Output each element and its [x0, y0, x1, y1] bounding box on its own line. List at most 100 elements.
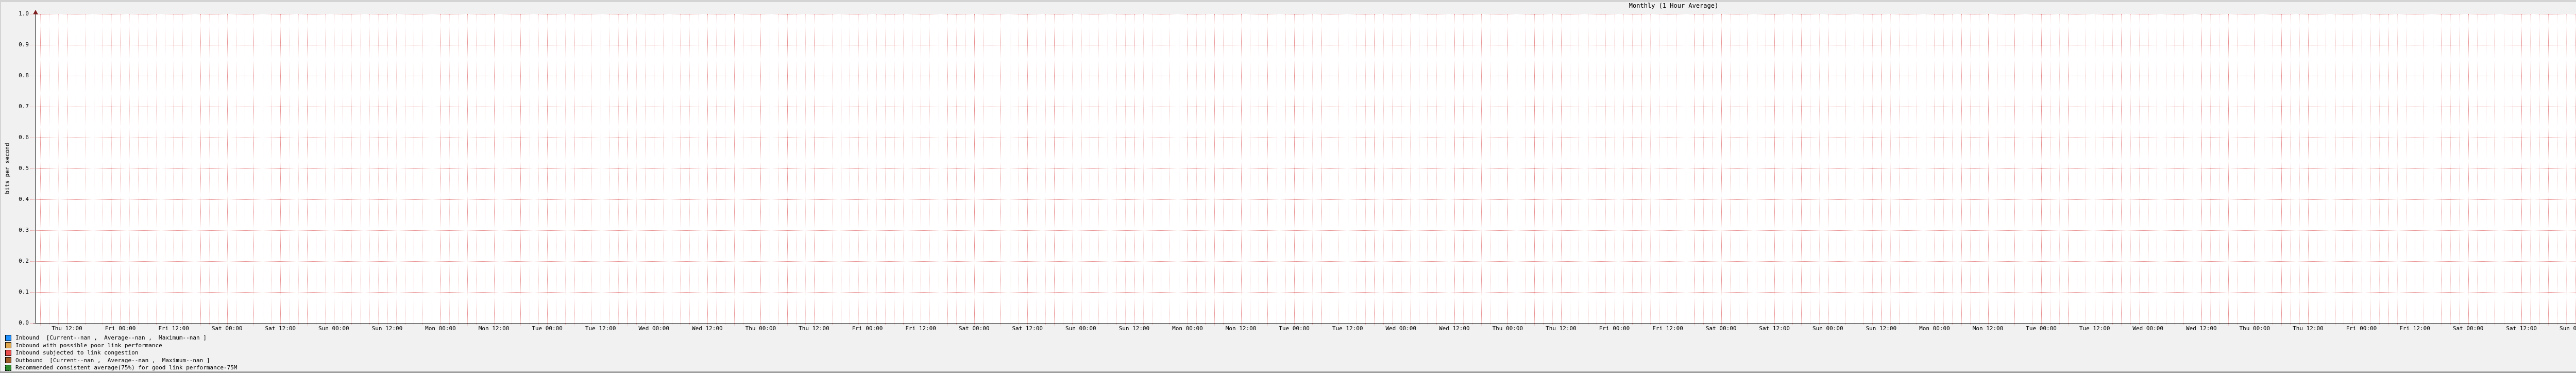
x-axis-tick: [1374, 324, 1375, 326]
legend-label: Recommended consistent average(75%) for …: [15, 364, 238, 371]
chart-title: Monthly (1 Hour Average): [1629, 2, 1719, 9]
x-axis-label: Mon 12:00: [478, 325, 510, 332]
x-axis-label: Sun 00:00: [2559, 325, 2576, 332]
legend-item: Inbound [Current--nan , Average--nan , M…: [5, 334, 207, 341]
x-axis-tick: [2548, 324, 2549, 326]
x-axis-label: Wed 12:00: [692, 325, 723, 332]
x-axis-label: Sat 00:00: [958, 325, 990, 332]
x-axis-label: Tue 12:00: [585, 325, 616, 332]
y-axis-label: 0.3: [19, 227, 29, 233]
x-axis-label: Thu 12:00: [52, 325, 82, 332]
x-axis-label: Wed 12:00: [2185, 325, 2217, 332]
gridline-horizontal-major: [35, 168, 2576, 169]
y-axis-tick: [30, 292, 35, 293]
y-axis-label: 0.9: [19, 41, 29, 48]
legend-label: Inbound with possible poor link performa…: [15, 342, 162, 349]
x-axis-tick: [787, 324, 788, 326]
x-axis-tick: [200, 324, 201, 326]
x-axis-label: Fri 12:00: [1652, 325, 1683, 332]
x-axis-label: Sat 12:00: [1012, 325, 1043, 332]
x-axis-label: Sat 12:00: [2506, 325, 2537, 332]
legend-swatch-icon: [5, 357, 11, 363]
gridline-horizontal-major: [35, 261, 2576, 262]
y-axis-tick: [30, 261, 35, 262]
gridline-horizontal-major: [35, 230, 2576, 231]
plot-area: [35, 14, 2576, 324]
x-axis-tick: [947, 324, 948, 326]
x-axis-label: Wed 00:00: [1385, 325, 1417, 332]
frame-bevel-left: [0, 0, 1, 373]
x-axis-tick: [627, 324, 628, 326]
x-axis-label: Mon 12:00: [1225, 325, 1257, 332]
y-axis-tick: [30, 323, 35, 324]
y-axis-tick: [30, 199, 35, 200]
legend-item: Inbound with possible poor link performa…: [5, 342, 162, 349]
x-axis-label: Fri 12:00: [905, 325, 936, 332]
x-axis-label: Fri 00:00: [105, 325, 136, 332]
x-axis-label: Sun 12:00: [371, 325, 403, 332]
x-axis-label: Sun 00:00: [1812, 325, 1843, 332]
x-axis-label: Mon 00:00: [1172, 325, 1203, 332]
x-axis-label: Sat 12:00: [265, 325, 296, 332]
x-axis-label: Sun 00:00: [1065, 325, 1096, 332]
y-axis-label: 0.6: [19, 134, 29, 141]
x-axis-label: Wed 00:00: [638, 325, 670, 332]
x-axis-label: Fri 00:00: [852, 325, 883, 332]
y-axis-label: 0.7: [19, 103, 29, 110]
x-axis-label: Sun 12:00: [1118, 325, 1150, 332]
x-axis-label: Mon 00:00: [425, 325, 456, 332]
x-axis-label: Tue 12:00: [1332, 325, 1363, 332]
x-axis-label: Mon 12:00: [1972, 325, 2004, 332]
legend-label: Inbound subjected to link congestion: [15, 349, 139, 356]
legend-item: Outbound [Current--nan , Average--nan , …: [5, 357, 210, 364]
y-axis-label: 0.5: [19, 165, 29, 172]
gridline-horizontal-major: [35, 292, 2576, 293]
x-axis-label: Thu 12:00: [2293, 325, 2324, 332]
x-axis-tick: [2121, 324, 2122, 326]
y-axis-label: 0.8: [19, 72, 29, 79]
legend-swatch-icon: [5, 334, 11, 341]
x-axis-label: Sat 00:00: [1705, 325, 1737, 332]
x-axis-label: Tue 12:00: [2079, 325, 2110, 332]
legend-swatch-icon: [5, 349, 11, 356]
y-axis-tick: [30, 230, 35, 231]
x-axis-label: Thu 00:00: [1492, 325, 1523, 332]
legend-swatch-icon: [5, 342, 11, 348]
y-axis-line: [35, 12, 36, 324]
x-axis-tick: [40, 324, 41, 326]
x-axis-label: Fri 00:00: [1599, 325, 1630, 332]
bandwidth-graph: Monthly (1 Hour Average) bits per second…: [0, 0, 2576, 373]
x-axis-label: Tue 00:00: [532, 325, 563, 332]
x-axis-tick: [1801, 324, 1802, 326]
x-axis-label: Fri 00:00: [2346, 325, 2377, 332]
x-axis-label: Fri 12:00: [2399, 325, 2430, 332]
y-axis-label: 0.0: [19, 319, 29, 326]
x-axis-tick: [1481, 324, 1482, 326]
x-axis-tick: [2014, 324, 2015, 326]
x-axis-label: Sat 00:00: [211, 325, 243, 332]
x-axis-label: Thu 00:00: [745, 325, 776, 332]
y-axis-label: 0.1: [19, 289, 29, 295]
x-axis-label: Sat 00:00: [2452, 325, 2484, 332]
x-axis-tick: [520, 324, 521, 326]
x-axis-tick: [253, 324, 255, 326]
x-axis-tick: [307, 324, 308, 326]
x-axis-tick: [1961, 324, 1962, 326]
y-axis-label: 0.2: [19, 258, 29, 264]
x-axis-line: [33, 323, 2576, 324]
x-axis-tick: [1534, 324, 1535, 326]
x-axis-tick: [2228, 324, 2229, 326]
legend-label: Inbound [Current--nan , Average--nan , M…: [15, 334, 207, 341]
x-axis-label: Sun 12:00: [1866, 325, 1897, 332]
legend-label: Outbound [Current--nan , Average--nan , …: [15, 357, 210, 364]
x-axis-label: Mon 00:00: [1919, 325, 1950, 332]
x-axis-label: Wed 12:00: [1439, 325, 1470, 332]
x-axis-tick: [1054, 324, 1055, 326]
x-axis-tick: [2067, 324, 2069, 326]
x-axis-tick: [467, 324, 468, 326]
y-axis-tick: [30, 168, 35, 169]
x-axis-label: Wed 00:00: [2132, 325, 2164, 332]
x-axis-tick: [1267, 324, 1268, 326]
gridline-horizontal-major: [35, 199, 2576, 200]
x-axis-label: Tue 00:00: [2026, 325, 2057, 332]
